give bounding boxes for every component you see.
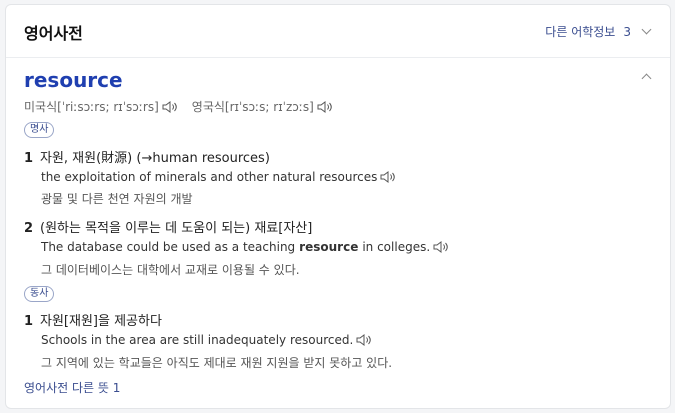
example-text-post: in colleges. [362,240,431,254]
sense-number: 2 [24,221,34,236]
speaker-icon[interactable] [162,100,178,114]
sense-number: 1 [24,151,34,166]
other-language-info-label: 다른 어학정보 [545,25,616,39]
dictionary-card: 영어사전 다른 어학정보 3 resource 미국식 [ˈriːsɔːrs; … [5,4,671,409]
pron-uk-label: 영국식 [191,100,225,114]
pos-badge-verb: 동사 [24,286,55,302]
sense-meaning: 자원[재원]을 제공하다 [40,314,162,329]
sense-meaning: (원하는 목적을 이루는 데 도움이 되는) 재료[자산] [40,221,313,236]
other-language-info-button[interactable]: 다른 어학정보 3 [545,23,652,40]
sense-meaning: 자원, 재원(財源) (→human resources) [40,151,270,166]
speaker-icon[interactable] [380,170,396,184]
example-text-pre: The database could be used as a teaching [41,240,296,254]
pron-us: [ˈriːsɔːrs; rɪˈsɔːrs] [57,99,159,114]
example-keyword: resource [299,240,359,254]
speaker-icon[interactable] [433,240,449,254]
example-sentence: Schools in the area are still inadequate… [41,333,372,347]
chevron-down-icon [641,24,652,35]
sense-item: 1 자원, 재원(財源) (→human resources) [24,147,270,166]
example-sentence: the exploitation of minerals and other n… [41,170,396,184]
page-title: 영어사전 [24,24,83,43]
pronunciation-row: 미국식 [ˈriːsɔːrs; rɪˈsɔːrs] 영국식 [rɪˈsɔːs; … [24,98,333,115]
chevron-up-icon[interactable] [641,73,652,84]
headword[interactable]: resource [24,68,123,92]
sense-item: 1 자원[재원]을 제공하다 [24,310,162,329]
example-translation: 그 데이터베이스는 대학에서 교재로 이용될 수 있다. [41,263,300,277]
more-meanings-link[interactable]: 영어사전 다른 뜻 1 [24,379,120,396]
speaker-icon[interactable] [317,100,333,114]
example-text: the exploitation of minerals and other n… [41,170,378,184]
example-text: Schools in the area are still inadequate… [41,333,354,347]
example-translation: 광물 및 다른 천연 자원의 개발 [41,192,193,206]
pos-badge-noun: 명사 [24,122,55,138]
example-translation: 그 지역에 있는 학교들은 아직도 제대로 재원 지원을 받지 못하고 있다. [41,356,393,370]
card-header: 영어사전 다른 어학정보 3 [6,5,670,58]
speaker-icon[interactable] [356,333,372,347]
other-language-info-count: 3 [623,24,631,39]
pron-uk: [rɪˈsɔːs; rɪˈzɔːs] [224,99,314,114]
pron-us-label: 미국식 [24,100,58,114]
sense-number: 1 [24,314,34,329]
example-sentence: The database could be used as a teaching… [41,240,449,254]
sense-item: 2 (원하는 목적을 이루는 데 도움이 되는) 재료[자산] [24,217,312,236]
